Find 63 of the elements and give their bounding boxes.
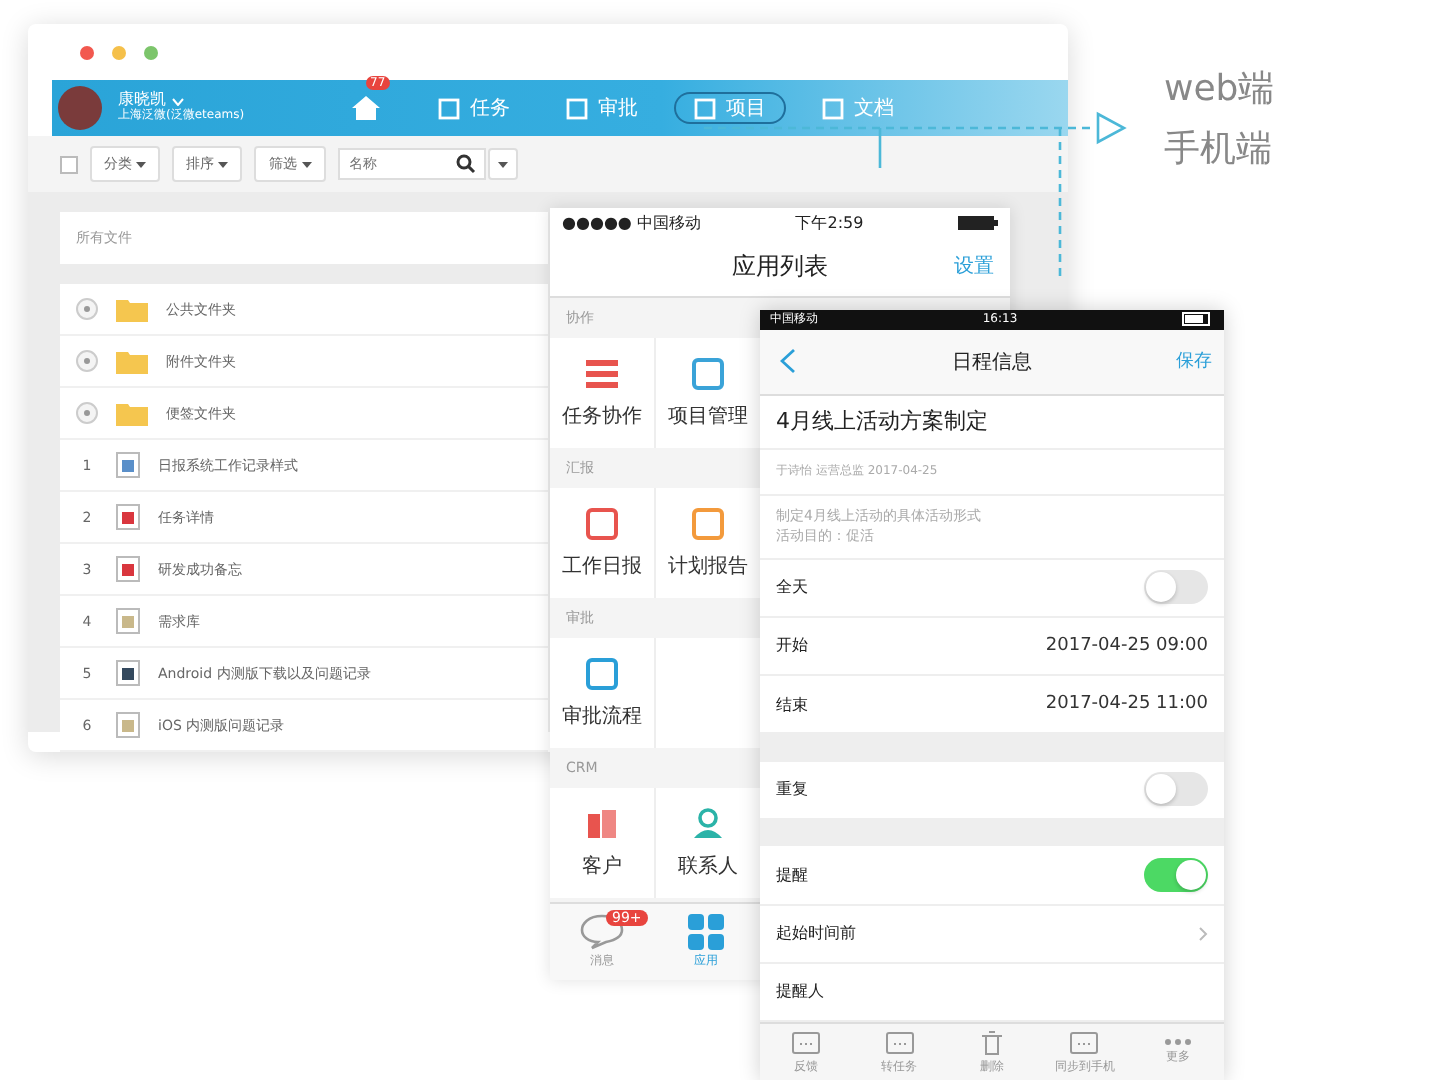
file-icon [116, 608, 140, 634]
share-icon [76, 350, 98, 372]
web-label: web端 [1164, 66, 1275, 112]
toggle-switch[interactable] [1144, 772, 1208, 807]
setting-row[interactable]: 开始 2017-04-25 09:00 [760, 617, 1224, 677]
toggle-switch[interactable] [1144, 570, 1208, 605]
battery-icon [1181, 312, 1214, 327]
app-icon [690, 507, 726, 539]
share-icon [76, 298, 98, 320]
toolbar-icon [1068, 1029, 1101, 1056]
setting-row[interactable]: 起始时间前 [760, 905, 1224, 964]
toolbar-icon [790, 1029, 823, 1056]
app-tile[interactable]: 客户 [550, 788, 656, 898]
toggle-switch[interactable] [1144, 858, 1208, 893]
battery-icon [957, 215, 998, 229]
share-icon [76, 402, 98, 424]
caret-icon[interactable] [172, 97, 184, 106]
status-time: 下午2:59 [795, 211, 864, 233]
caret-icon [218, 162, 229, 168]
event-title: 4月线上活动方案制定 [760, 395, 1224, 450]
caret-icon [136, 162, 147, 168]
chevron-icon [1198, 925, 1208, 942]
carrier-text: ●●●●● 中国移动 [562, 211, 701, 233]
caret-icon [497, 162, 508, 168]
screen-title: 应用列表 [732, 249, 828, 283]
avatar [58, 86, 102, 130]
app-icon [690, 807, 726, 839]
close-button[interactable] [80, 46, 94, 60]
app-tile[interactable]: 审批流程 [550, 638, 656, 748]
checkbox[interactable] [60, 155, 78, 173]
mobile-label: 手机端 [1164, 126, 1272, 172]
app-icon [584, 357, 620, 389]
screen-title: 日程信息 [952, 349, 1032, 376]
folder-icon [116, 401, 148, 425]
dropdown-button[interactable] [487, 148, 518, 180]
back-icon[interactable] [780, 348, 796, 375]
app-icon [584, 507, 620, 539]
setting-row[interactable]: 提醒 [760, 846, 1224, 906]
file-icon [116, 712, 140, 738]
nav-icon [438, 97, 460, 119]
nav-icon [694, 97, 716, 119]
nav-icon [822, 97, 844, 119]
file-icon [116, 660, 140, 686]
nav-icon [566, 97, 588, 119]
app-icon [584, 807, 620, 839]
toolbar-icon [883, 1029, 916, 1056]
file-icon [116, 452, 140, 478]
caret-icon [301, 162, 312, 168]
app-tile[interactable]: 工作日报 [550, 488, 656, 598]
app-tile[interactable]: 任务协作 [550, 338, 656, 448]
app-icon [584, 657, 620, 689]
file-icon [116, 556, 140, 582]
app-icon [690, 357, 726, 389]
more-icon [1161, 1038, 1194, 1047]
folder-icon [116, 297, 148, 321]
home-icon [350, 94, 382, 122]
file-icon [116, 504, 140, 530]
setting-row[interactable]: 全天 [760, 559, 1224, 618]
grid-icon [688, 914, 724, 950]
minimize-button[interactable] [112, 46, 126, 60]
folder-icon [116, 349, 148, 373]
zoom-button[interactable] [144, 46, 158, 60]
callout-line [878, 128, 882, 168]
